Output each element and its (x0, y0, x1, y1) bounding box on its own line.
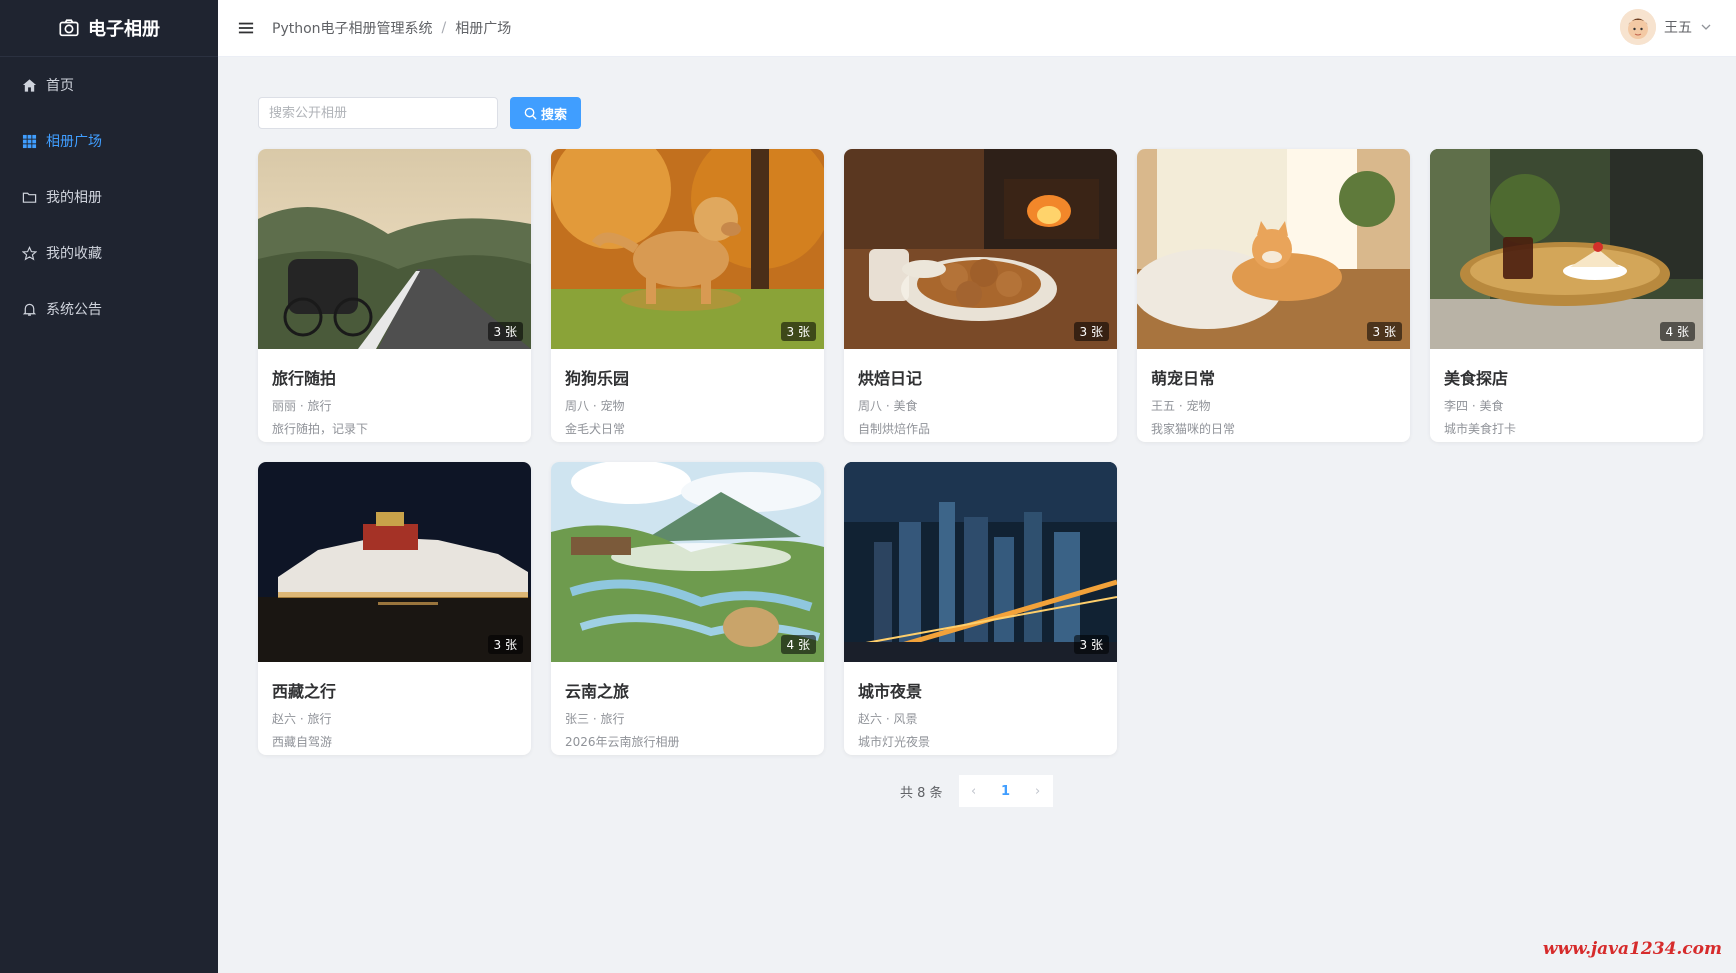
album-meta: 赵六 · 风景 (858, 712, 918, 726)
album-meta: 王五 · 宠物 (1151, 399, 1211, 413)
sidebar-item-announcements[interactable]: 系统公告 (0, 281, 218, 337)
star-icon (22, 245, 37, 260)
search-icon (524, 107, 537, 120)
album-card[interactable]: 4 张 云南之旅 张三 · 旅行 2026年云南旅行相册 (551, 462, 824, 755)
album-description: 西藏自驾游 (272, 735, 333, 749)
chevron-down-icon (1701, 24, 1711, 30)
pagination-prev-button[interactable]: ‹ (958, 775, 989, 807)
grid-icon (22, 134, 37, 148)
app-root: 电子相册 首页 相册广场 我的相册 我的收藏 系统公告 Python电子相册管理… (0, 0, 1736, 973)
album-description: 2026年云南旅行相册 (565, 735, 680, 749)
sidebar-menu: 首页 相册广场 我的相册 我的收藏 系统公告 (0, 57, 218, 337)
album-cover-image: 3 张 (551, 149, 824, 349)
sidebar-item-label: 首页 (46, 78, 74, 94)
album-description: 城市灯光夜景 (858, 735, 931, 749)
album-cover-image: 3 张 (844, 149, 1117, 349)
photo-count-badge: 3 张 (1073, 322, 1109, 341)
album-description: 城市美食打卡 (1444, 422, 1517, 436)
album-description: 旅行随拍，记录下 (272, 422, 369, 436)
breadcrumb-item-home[interactable]: Python电子相册管理系统 (272, 18, 433, 38)
album-meta: 李四 · 美食 (1444, 399, 1504, 413)
photo-count-badge: 3 张 (1366, 322, 1402, 341)
breadcrumb-item-current: 相册广场 (455, 21, 512, 37)
sidebar: 电子相册 首页 相册广场 我的相册 我的收藏 系统公告 (0, 0, 218, 973)
breadcrumb: Python电子相册管理系统 / 相册广场 (272, 18, 511, 38)
breadcrumb-separator: / (441, 20, 447, 36)
sidebar-item-label: 我的相册 (46, 190, 102, 206)
folder-icon (22, 192, 37, 203)
pagination-page-1[interactable]: 1 (988, 775, 1023, 807)
avatar (1620, 9, 1656, 45)
photo-count-badge: 4 张 (780, 635, 816, 654)
album-description: 我家猫咪的日常 (1151, 422, 1236, 436)
sidebar-item-label: 系统公告 (46, 302, 102, 318)
top-header: Python电子相册管理系统 / 相册广场 王五 (218, 0, 1736, 57)
album-title: 西藏之行 (272, 682, 337, 701)
photo-count-badge: 3 张 (780, 322, 816, 341)
album-description: 自制烘焙作品 (858, 422, 931, 436)
album-cover-image: 4 张 (551, 462, 824, 662)
camera-icon (59, 19, 79, 37)
sidebar-item-my-albums[interactable]: 我的相册 (0, 169, 218, 225)
album-cover-image: 4 张 (1430, 149, 1703, 349)
album-meta: 赵六 · 旅行 (272, 712, 332, 726)
album-meta: 张三 · 旅行 (565, 712, 625, 726)
album-title: 美食探店 (1444, 369, 1509, 388)
album-card[interactable]: 3 张 狗狗乐园 周八 · 宠物 金毛犬日常 (551, 149, 824, 442)
album-title: 云南之旅 (565, 682, 630, 701)
album-cover-image: 3 张 (1137, 149, 1410, 349)
search-button-label: 搜索 (541, 107, 568, 123)
album-title: 烘焙日记 (858, 369, 923, 388)
album-card[interactable]: 3 张 烘焙日记 周八 · 美食 自制烘焙作品 (844, 149, 1117, 442)
search-input[interactable] (258, 97, 498, 129)
album-title: 萌宠日常 (1151, 369, 1216, 388)
search-bar: 搜索 (258, 97, 582, 129)
watermark: www.java1234.com (1542, 939, 1722, 959)
sidebar-item-my-favorites[interactable]: 我的收藏 (0, 225, 218, 281)
home-icon (22, 78, 37, 92)
album-card[interactable]: 3 张 城市夜景 赵六 · 风景 城市灯光夜景 (844, 462, 1117, 755)
album-title: 旅行随拍 (272, 369, 337, 388)
album-description: 金毛犬日常 (565, 422, 626, 436)
photo-count-badge: 4 张 (1659, 322, 1695, 341)
menu-toggle-icon[interactable] (238, 19, 256, 37)
sidebar-item-label: 相册广场 (46, 134, 102, 150)
album-cover-image: 3 张 (258, 462, 531, 662)
bell-icon (22, 303, 37, 316)
sidebar-item-album-square[interactable]: 相册广场 (0, 113, 218, 169)
album-card[interactable]: 3 张 西藏之行 赵六 · 旅行 西藏自驾游 (258, 462, 531, 755)
album-meta: 周八 · 美食 (858, 399, 918, 413)
album-title: 城市夜景 (858, 682, 923, 701)
pagination-next-button[interactable]: › (1022, 775, 1053, 807)
pagination-total: 共 8 条 (900, 785, 943, 801)
sidebar-item-home[interactable]: 首页 (0, 57, 218, 113)
album-cover-image: 3 张 (258, 149, 531, 349)
album-card[interactable]: 3 张 旅行随拍 丽丽 · 旅行 旅行随拍，记录下 (258, 149, 531, 442)
app-title: 电子相册 (88, 19, 160, 40)
album-meta: 周八 · 宠物 (565, 399, 625, 413)
album-title: 狗狗乐园 (565, 369, 630, 388)
user-menu[interactable]: 王五 (1620, 9, 1712, 45)
album-grid: 3 张 旅行随拍 丽丽 · 旅行 旅行随拍，记录下 3 张 狗狗乐园 周八 · … (258, 149, 1703, 755)
photo-count-badge: 3 张 (1073, 635, 1109, 654)
app-logo[interactable]: 电子相册 (0, 0, 218, 57)
main-content: 搜索 3 张 (218, 57, 1736, 973)
photo-count-badge: 3 张 (487, 635, 523, 654)
album-card[interactable]: 4 张 美食探店 李四 · 美食 城市美食打卡 (1430, 149, 1703, 442)
user-name: 王五 (1664, 20, 1692, 36)
pagination: 共 8 条 ‹ 1 › (900, 775, 1053, 807)
sidebar-item-label: 我的收藏 (46, 246, 102, 262)
album-card[interactable]: 3 张 萌宠日常 王五 · 宠物 我家猫咪的日常 (1137, 149, 1410, 442)
photo-count-badge: 3 张 (487, 322, 523, 341)
album-cover-image: 3 张 (844, 462, 1117, 662)
search-button[interactable]: 搜索 (510, 97, 582, 129)
album-meta: 丽丽 · 旅行 (272, 399, 332, 413)
